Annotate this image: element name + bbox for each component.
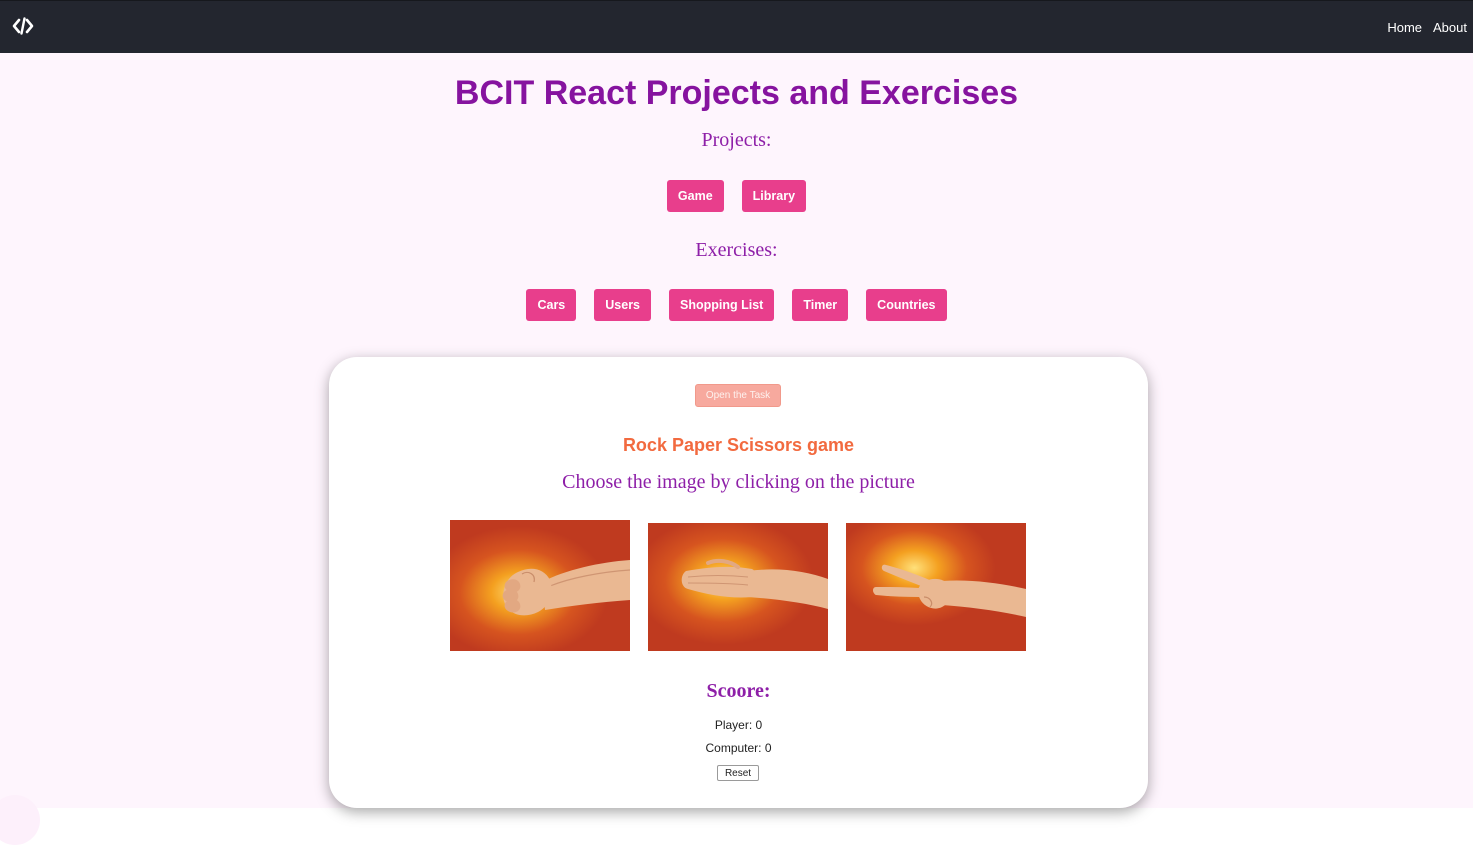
projects-buttons: Game Library: [0, 180, 1473, 212]
shopping-list-button[interactable]: Shopping List: [669, 289, 775, 321]
game-instruction: Choose the image by clicking on the pict…: [562, 471, 915, 493]
nav-link-about[interactable]: About: [1433, 20, 1467, 36]
countries-button[interactable]: Countries: [866, 289, 947, 321]
rock-choice-image[interactable]: [450, 520, 630, 651]
users-button[interactable]: Users: [594, 289, 652, 321]
game-button[interactable]: Game: [666, 180, 724, 212]
game-card: Open the Task Rock Paper Scissors game C…: [329, 357, 1148, 808]
nav-link-home[interactable]: Home: [1387, 20, 1422, 36]
main-content: BCIT React Projects and Exercises Projec…: [0, 53, 1473, 808]
timer-button[interactable]: Timer: [792, 289, 849, 321]
page-title: BCIT React Projects and Exercises: [454, 74, 1019, 112]
player-score: Player: 0: [714, 718, 763, 732]
code-brackets-icon[interactable]: [12, 15, 34, 37]
projects-heading: Projects:: [701, 129, 772, 151]
open-task-button[interactable]: Open the Task: [695, 384, 781, 407]
game-title: Rock Paper Scissors game: [622, 435, 855, 455]
score-heading: Scoore:: [706, 680, 771, 702]
navbar: Home About: [0, 0, 1473, 53]
library-button[interactable]: Library: [741, 180, 807, 212]
computer-score: Computer: 0: [705, 741, 772, 755]
page: Home About BCIT React Projects and Exerc…: [0, 0, 1473, 845]
paper-choice-image[interactable]: [648, 523, 828, 651]
cars-button[interactable]: Cars: [526, 289, 577, 321]
scissors-choice-image[interactable]: [846, 523, 1026, 651]
exercises-heading: Exercises:: [695, 239, 778, 261]
exercises-buttons: Cars Users Shopping List Timer Countries: [0, 289, 1473, 321]
nav-links: Home About: [1387, 20, 1467, 36]
reset-button[interactable]: Reset: [717, 765, 759, 781]
